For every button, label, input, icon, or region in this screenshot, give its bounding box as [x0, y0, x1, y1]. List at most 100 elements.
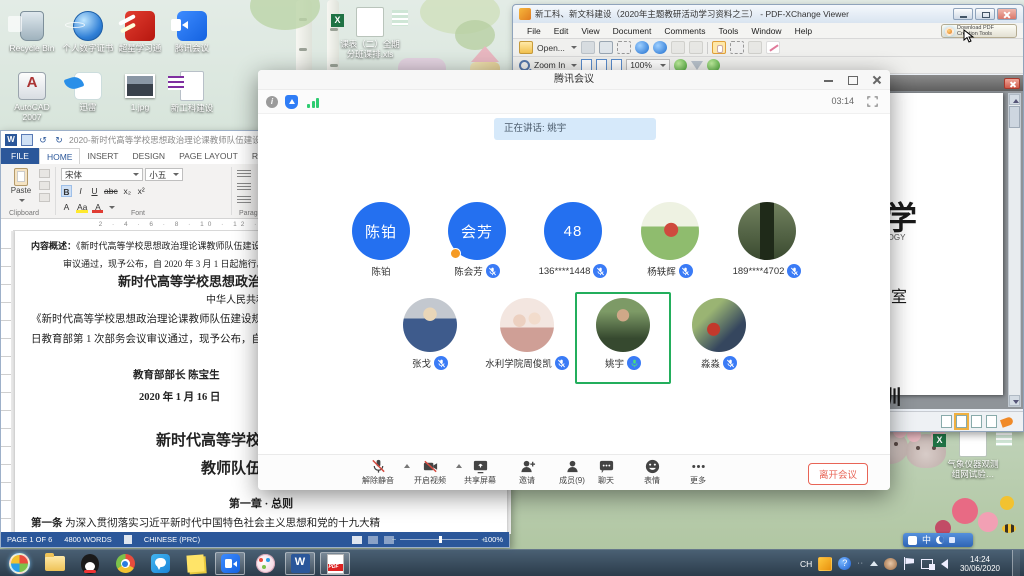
save-icon[interactable] [581, 41, 595, 54]
taskbar-pdf-viewer[interactable] [320, 552, 350, 575]
show-hidden-icons-arrow[interactable] [870, 561, 878, 566]
font-name-select[interactable]: 宋体 [61, 168, 143, 181]
more-button[interactable]: 更多 [676, 458, 720, 486]
download-pdf-tools-button[interactable]: Download PDFCreation Tools [941, 24, 1017, 38]
desktop-icon-document[interactable]: 新工科建设 [164, 70, 220, 113]
tray-app-icon[interactable] [884, 558, 897, 570]
menu-edit[interactable]: Edit [554, 26, 569, 36]
print-layout-icon[interactable] [368, 536, 378, 544]
pdf-vertical-scrollbar[interactable] [1008, 93, 1021, 407]
undo-icon[interactable] [671, 41, 685, 54]
subscript-button[interactable]: x₂ [122, 185, 133, 197]
cut-icon[interactable] [39, 169, 50, 178]
unmute-button[interactable]: 解除静音 [356, 458, 400, 486]
format-painter-icon[interactable] [39, 193, 50, 202]
show-desktop-button[interactable] [1012, 550, 1020, 576]
highlight-color-button[interactable]: Aa [76, 201, 88, 213]
invite-button[interactable]: 邀请 [505, 458, 549, 486]
desktop-icon-excel-weather[interactable]: 气象仪器观测组网试验… [932, 426, 1014, 479]
scrollbar-thumb[interactable] [1009, 106, 1020, 128]
taskbar-tencent-meeting[interactable] [215, 552, 245, 575]
scroll-up-arrow[interactable] [1009, 94, 1020, 105]
participant-tile[interactable]: 杨轶辉 [622, 196, 718, 292]
align-icon[interactable] [237, 196, 251, 204]
text-effects-button[interactable]: A [61, 201, 72, 213]
ime-fullhalf-icon[interactable] [936, 536, 944, 544]
participant-tile[interactable]: 48 136****1448 [525, 196, 621, 292]
help-tray-icon[interactable] [838, 557, 851, 570]
numbered-list-icon[interactable] [237, 183, 251, 191]
language-indicator[interactable]: CH [800, 559, 812, 569]
clipboard-small-buttons[interactable] [39, 169, 53, 205]
tab-insert[interactable]: INSERT [80, 148, 125, 164]
start-video-button[interactable]: 开启视频 [408, 458, 452, 486]
emoji-button[interactable]: 表情 [630, 458, 674, 486]
menu-comments[interactable]: Comments [664, 26, 705, 36]
superscript-button[interactable]: x² [136, 185, 147, 197]
proofing-icon[interactable] [124, 535, 132, 544]
taskbar-paint-app[interactable] [250, 552, 280, 575]
desktop-icon-excel-schedule[interactable]: 课表（二）全期分班课排.xls [330, 6, 410, 59]
desktop-icon-xunlei[interactable]: 迅雷 [60, 70, 116, 112]
tab-page-layout[interactable]: PAGE LAYOUT [172, 148, 245, 164]
italic-button[interactable]: I [75, 185, 86, 197]
taskbar-word[interactable] [285, 552, 315, 575]
text-tool-icon[interactable] [748, 41, 762, 54]
read-mode-icon[interactable] [352, 536, 362, 544]
ime-settings-icon[interactable] [949, 537, 955, 543]
start-button[interactable] [4, 552, 34, 575]
zoom-slider-thumb[interactable] [439, 536, 442, 543]
first-page-icon[interactable] [941, 415, 952, 428]
single-page-layout-icon[interactable] [956, 415, 967, 428]
menu-help[interactable]: Help [795, 26, 812, 36]
close-document-icon[interactable] [1004, 78, 1020, 89]
strikethrough-button[interactable]: abc [103, 185, 119, 197]
ime-toolbar[interactable]: 中 [903, 533, 973, 547]
taskbar-messenger[interactable] [145, 552, 175, 575]
meeting-info-icon[interactable] [266, 96, 278, 108]
close-button[interactable] [872, 75, 882, 85]
desktop-icon-tencent-meeting[interactable]: 腾讯会议 [164, 10, 220, 53]
menu-tools[interactable]: Tools [718, 26, 738, 36]
chat-button[interactable]: 聊天 [584, 458, 628, 486]
desktop-icon-chaoxing[interactable]: 超星学习通 [112, 10, 168, 53]
menu-file[interactable]: File [527, 26, 541, 36]
open-button[interactable]: Open... [537, 43, 565, 53]
ime-mode-indicator[interactable]: 中 [922, 533, 931, 547]
save-icon[interactable] [21, 134, 33, 146]
chevron-down-icon[interactable] [109, 206, 115, 209]
rotate-right-icon[interactable] [653, 41, 667, 54]
chevron-down-icon[interactable] [571, 46, 577, 49]
share-screen-button[interactable]: 共享屏幕 [458, 458, 502, 486]
clock[interactable]: 14:2430/06/2020 [954, 555, 1006, 573]
maximize-button[interactable] [975, 8, 995, 20]
scroll-down-arrow[interactable] [1009, 395, 1020, 406]
redo-icon[interactable] [689, 41, 703, 54]
vertical-ruler[interactable] [1, 231, 11, 534]
select-tool-icon[interactable] [730, 41, 744, 54]
paste-button[interactable]: Paste [6, 168, 36, 208]
zoom-in-button[interactable]: Zoom In [534, 60, 565, 70]
desktop-icon-digital-cert[interactable]: 个人数字证书 [60, 10, 116, 53]
taskbar-qq[interactable] [75, 552, 105, 575]
zoom-slider[interactable]: −+ [400, 539, 478, 540]
minimize-button[interactable] [824, 75, 834, 85]
font-size-select[interactable]: 小五 [145, 168, 183, 181]
participant-tile[interactable]: 189****4702 [719, 196, 815, 292]
menu-view[interactable]: View [581, 26, 599, 36]
chevron-down-icon[interactable] [571, 64, 577, 67]
leave-meeting-button[interactable]: 离开会议 [808, 463, 868, 485]
line-tool-icon[interactable] [766, 41, 780, 54]
open-icon[interactable] [519, 41, 533, 54]
menu-window[interactable]: Window [751, 26, 781, 36]
participant-tile[interactable]: 张戈 [382, 292, 478, 384]
underline-button[interactable]: U [89, 185, 100, 197]
network-icon[interactable] [921, 558, 935, 570]
participant-tile[interactable]: 陈铂 陈铂 [333, 196, 429, 292]
taskbar-sticky-notes[interactable] [180, 552, 210, 575]
participant-tile[interactable]: 淼淼 [671, 292, 767, 384]
desktop-icon-autocad[interactable]: AutoCAD 2007 [4, 70, 60, 122]
filter-icon[interactable] [691, 61, 703, 70]
page-indicator[interactable]: PAGE 1 OF 6 [7, 535, 52, 544]
snapshot-icon[interactable] [617, 41, 631, 54]
